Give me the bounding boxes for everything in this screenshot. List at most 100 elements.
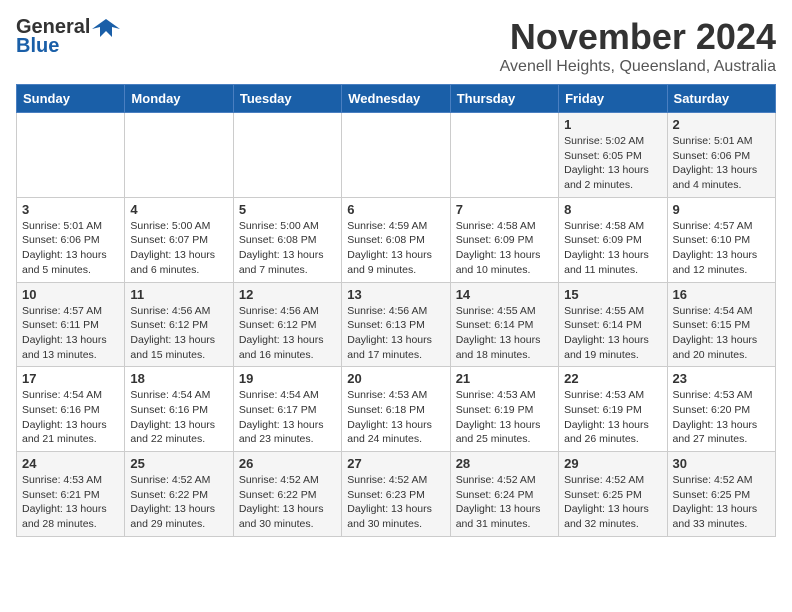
day-number: 29 (564, 456, 661, 471)
day-detail: Sunrise: 4:54 AM Sunset: 6:16 PM Dayligh… (22, 388, 119, 447)
calendar-cell: 24 Sunrise: 4:53 AM Sunset: 6:21 PM Dayli… (17, 452, 125, 537)
day-detail: Sunrise: 4:53 AM Sunset: 6:19 PM Dayligh… (456, 388, 553, 447)
title-block: November 2024 Avenell Heights, Queenslan… (500, 16, 776, 76)
day-number: 30 (673, 456, 770, 471)
calendar-cell: 5 Sunrise: 5:00 AM Sunset: 6:08 PM Daylig… (233, 197, 341, 282)
calendar-cell (450, 113, 558, 198)
calendar-cell: 18Sunrise: 4:54 AM Sunset: 6:16 PM Dayli… (125, 367, 233, 452)
day-detail: Sunrise: 4:57 AM Sunset: 6:11 PM Dayligh… (22, 304, 119, 363)
calendar-cell: 8 Sunrise: 4:58 AM Sunset: 6:09 PM Daylig… (559, 197, 667, 282)
day-detail: Sunrise: 4:59 AM Sunset: 6:08 PM Dayligh… (347, 219, 444, 278)
day-number: 5 (239, 202, 336, 217)
weekday-header-row: SundayMondayTuesdayWednesdayThursdayFrid… (17, 85, 776, 113)
day-number: 13 (347, 287, 444, 302)
calendar-week-2: 3 Sunrise: 5:01 AM Sunset: 6:06 PM Daylig… (17, 197, 776, 282)
calendar-cell: 26 Sunrise: 4:52 AM Sunset: 6:22 PM Dayli… (233, 452, 341, 537)
calendar-cell: 7 Sunrise: 4:58 AM Sunset: 6:09 PM Daylig… (450, 197, 558, 282)
month-title: November 2024 (500, 16, 776, 58)
day-detail: Sunrise: 4:52 AM Sunset: 6:22 PM Dayligh… (239, 473, 336, 532)
calendar-cell (17, 113, 125, 198)
calendar-cell: 23Sunrise: 4:53 AM Sunset: 6:20 PM Dayli… (667, 367, 775, 452)
day-number: 3 (22, 202, 119, 217)
calendar-cell: 22 Sunrise: 4:53 AM Sunset: 6:19 PM Dayli… (559, 367, 667, 452)
weekday-header-saturday: Saturday (667, 85, 775, 113)
logo-bird-icon (92, 17, 120, 39)
day-detail: Sunrise: 4:53 AM Sunset: 6:21 PM Dayligh… (22, 473, 119, 532)
calendar-week-4: 17 Sunrise: 4:54 AM Sunset: 6:16 PM Dayli… (17, 367, 776, 452)
calendar-cell: 21 Sunrise: 4:53 AM Sunset: 6:19 PM Dayli… (450, 367, 558, 452)
day-number: 19 (239, 371, 336, 386)
day-number: 7 (456, 202, 553, 217)
day-detail: Sunrise: 4:55 AM Sunset: 6:14 PM Dayligh… (564, 304, 661, 363)
calendar-cell: 25 Sunrise: 4:52 AM Sunset: 6:22 PM Dayli… (125, 452, 233, 537)
day-detail: Sunrise: 4:52 AM Sunset: 6:22 PM Dayligh… (130, 473, 227, 532)
day-number: 11 (130, 287, 227, 302)
day-detail: Sunrise: 5:00 AM Sunset: 6:08 PM Dayligh… (239, 219, 336, 278)
day-detail: Sunrise: 5:01 AM Sunset: 6:06 PM Dayligh… (673, 134, 770, 193)
calendar-cell: 1Sunrise: 5:02 AM Sunset: 6:05 PM Daylig… (559, 113, 667, 198)
calendar-cell: 10Sunrise: 4:57 AM Sunset: 6:11 PM Dayli… (17, 282, 125, 367)
day-number: 25 (130, 456, 227, 471)
day-number: 28 (456, 456, 553, 471)
calendar-cell: 2Sunrise: 5:01 AM Sunset: 6:06 PM Daylig… (667, 113, 775, 198)
calendar-cell: 17 Sunrise: 4:54 AM Sunset: 6:16 PM Dayli… (17, 367, 125, 452)
page-header: General Blue November 2024 Avenell Heigh… (16, 16, 776, 76)
day-detail: Sunrise: 4:58 AM Sunset: 6:09 PM Dayligh… (456, 219, 553, 278)
day-number: 24 (22, 456, 119, 471)
day-number: 16 (673, 287, 770, 302)
calendar-week-5: 24 Sunrise: 4:53 AM Sunset: 6:21 PM Dayli… (17, 452, 776, 537)
calendar-cell: 28 Sunrise: 4:52 AM Sunset: 6:24 PM Dayli… (450, 452, 558, 537)
day-detail: Sunrise: 4:52 AM Sunset: 6:23 PM Dayligh… (347, 473, 444, 532)
day-detail: Sunrise: 5:01 AM Sunset: 6:06 PM Dayligh… (22, 219, 119, 278)
weekday-header-friday: Friday (559, 85, 667, 113)
calendar-cell: 4 Sunrise: 5:00 AM Sunset: 6:07 PM Daylig… (125, 197, 233, 282)
day-detail: Sunrise: 5:00 AM Sunset: 6:07 PM Dayligh… (130, 219, 227, 278)
calendar-cell: 15 Sunrise: 4:55 AM Sunset: 6:14 PM Dayli… (559, 282, 667, 367)
day-number: 9 (673, 202, 770, 217)
day-number: 20 (347, 371, 444, 386)
day-detail: Sunrise: 4:56 AM Sunset: 6:12 PM Dayligh… (239, 304, 336, 363)
day-detail: Sunrise: 4:54 AM Sunset: 6:15 PM Dayligh… (673, 304, 770, 363)
day-detail: Sunrise: 4:56 AM Sunset: 6:13 PM Dayligh… (347, 304, 444, 363)
day-number: 23 (673, 371, 770, 386)
calendar-cell: 6Sunrise: 4:59 AM Sunset: 6:08 PM Daylig… (342, 197, 450, 282)
day-number: 1 (564, 117, 661, 132)
day-detail: Sunrise: 4:56 AM Sunset: 6:12 PM Dayligh… (130, 304, 227, 363)
day-number: 22 (564, 371, 661, 386)
weekday-header-monday: Monday (125, 85, 233, 113)
day-number: 8 (564, 202, 661, 217)
day-detail: Sunrise: 4:55 AM Sunset: 6:14 PM Dayligh… (456, 304, 553, 363)
calendar-cell: 13 Sunrise: 4:56 AM Sunset: 6:13 PM Dayli… (342, 282, 450, 367)
calendar-cell (125, 113, 233, 198)
calendar-cell (233, 113, 341, 198)
day-number: 4 (130, 202, 227, 217)
calendar-cell: 30 Sunrise: 4:52 AM Sunset: 6:25 PM Dayli… (667, 452, 775, 537)
day-detail: Sunrise: 4:52 AM Sunset: 6:24 PM Dayligh… (456, 473, 553, 532)
location-title: Avenell Heights, Queensland, Australia (500, 58, 776, 76)
day-detail: Sunrise: 4:52 AM Sunset: 6:25 PM Dayligh… (564, 473, 661, 532)
weekday-header-thursday: Thursday (450, 85, 558, 113)
calendar-cell: 29 Sunrise: 4:52 AM Sunset: 6:25 PM Dayli… (559, 452, 667, 537)
calendar-cell: 27 Sunrise: 4:52 AM Sunset: 6:23 PM Dayli… (342, 452, 450, 537)
calendar-week-1: 1Sunrise: 5:02 AM Sunset: 6:05 PM Daylig… (17, 113, 776, 198)
weekday-header-wednesday: Wednesday (342, 85, 450, 113)
day-number: 27 (347, 456, 444, 471)
day-detail: Sunrise: 4:53 AM Sunset: 6:19 PM Dayligh… (564, 388, 661, 447)
day-number: 26 (239, 456, 336, 471)
calendar-cell: 19Sunrise: 4:54 AM Sunset: 6:17 PM Dayli… (233, 367, 341, 452)
day-detail: Sunrise: 4:52 AM Sunset: 6:25 PM Dayligh… (673, 473, 770, 532)
weekday-header-sunday: Sunday (17, 85, 125, 113)
calendar-cell: 14 Sunrise: 4:55 AM Sunset: 6:14 PM Dayli… (450, 282, 558, 367)
day-number: 17 (22, 371, 119, 386)
day-detail: Sunrise: 4:57 AM Sunset: 6:10 PM Dayligh… (673, 219, 770, 278)
day-number: 14 (456, 287, 553, 302)
day-detail: Sunrise: 4:54 AM Sunset: 6:16 PM Dayligh… (130, 388, 227, 447)
logo-blue: Blue (16, 35, 59, 58)
calendar-cell: 20 Sunrise: 4:53 AM Sunset: 6:18 PM Dayli… (342, 367, 450, 452)
day-number: 12 (239, 287, 336, 302)
day-number: 15 (564, 287, 661, 302)
calendar-cell: 3 Sunrise: 5:01 AM Sunset: 6:06 PM Daylig… (17, 197, 125, 282)
day-number: 21 (456, 371, 553, 386)
day-detail: Sunrise: 4:53 AM Sunset: 6:18 PM Dayligh… (347, 388, 444, 447)
day-detail: Sunrise: 4:58 AM Sunset: 6:09 PM Dayligh… (564, 219, 661, 278)
